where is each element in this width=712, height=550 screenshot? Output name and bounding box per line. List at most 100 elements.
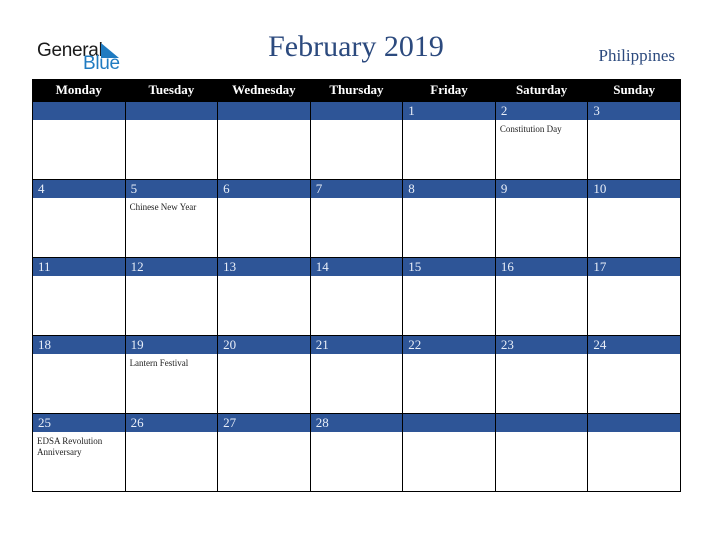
holiday-label [588, 198, 680, 202]
holiday-label [218, 120, 310, 124]
holiday-label [33, 354, 125, 358]
day-cell[interactable]: 10 [587, 179, 681, 258]
day-number: 8 [403, 180, 495, 198]
day-cell[interactable]: 17 [587, 257, 681, 336]
day-number: 18 [33, 336, 125, 354]
day-cell[interactable]: 18 [32, 335, 126, 414]
day-number: 6 [218, 180, 310, 198]
weekday-header: Saturday [494, 79, 589, 102]
day-cell[interactable] [124, 101, 219, 180]
holiday-label [311, 432, 403, 436]
day-cell[interactable] [32, 101, 126, 180]
day-cell[interactable]: 12 [124, 257, 219, 336]
day-cell[interactable]: 28 [309, 413, 404, 492]
day-cell[interactable]: 25 EDSA Revolution Anniversary [32, 413, 126, 492]
day-number [218, 102, 310, 120]
holiday-label [403, 432, 495, 436]
holiday-label [311, 198, 403, 202]
day-cell[interactable]: 6 [217, 179, 311, 258]
holiday-label [403, 354, 495, 358]
weekday-header: Tuesday [124, 79, 219, 102]
holiday-label [403, 276, 495, 280]
day-number: 19 [125, 336, 218, 354]
holiday-label [218, 432, 310, 436]
day-number: 21 [310, 336, 403, 354]
day-cell[interactable] [309, 101, 404, 180]
day-cell[interactable]: 11 [32, 257, 126, 336]
day-number: 9 [495, 180, 588, 198]
day-cell[interactable]: 24 [587, 335, 681, 414]
day-cell[interactable]: 1 [402, 101, 496, 180]
day-cell[interactable]: 4 [32, 179, 126, 258]
day-cell[interactable]: 3 [587, 101, 681, 180]
day-number [310, 102, 403, 120]
day-number: 16 [495, 258, 588, 276]
weekday-header: Monday [32, 79, 126, 102]
day-cell[interactable] [402, 413, 496, 492]
day-cell[interactable]: 8 [402, 179, 496, 258]
day-number [403, 414, 495, 432]
day-cell[interactable]: 5 Chinese New Year [124, 179, 219, 258]
day-cell[interactable]: 9 [494, 179, 589, 258]
day-number: 2 [495, 102, 588, 120]
holiday-label [403, 198, 495, 202]
country-label: Philippines [598, 46, 675, 65]
day-number: 22 [403, 336, 495, 354]
day-cell[interactable]: 13 [217, 257, 311, 336]
holiday-label [588, 432, 680, 436]
weekday-header: Friday [402, 79, 496, 102]
day-number: 26 [125, 414, 218, 432]
holiday-label [33, 198, 125, 202]
day-cell[interactable]: 23 [494, 335, 589, 414]
day-number: 23 [495, 336, 588, 354]
day-cell[interactable] [494, 413, 589, 492]
holiday-label [218, 276, 310, 280]
holiday-label [496, 276, 588, 280]
day-cell[interactable]: 14 [309, 257, 404, 336]
holiday-label [588, 276, 680, 280]
holiday-label [33, 276, 125, 280]
day-number: 3 [588, 102, 680, 120]
day-cell[interactable]: 27 [217, 413, 311, 492]
day-cell[interactable]: 7 [309, 179, 404, 258]
week-row: 11 12 13 14 15 16 17 [32, 257, 681, 336]
holiday-label: Constitution Day [499, 124, 562, 134]
day-number [33, 102, 125, 120]
week-row: 25 EDSA Revolution Anniversary 26 27 28 [32, 413, 681, 492]
holiday-label [588, 120, 680, 124]
holiday-label: EDSA Revolution Anniversary [37, 436, 103, 457]
day-number: 13 [218, 258, 310, 276]
day-number: 5 [125, 180, 218, 198]
day-cell[interactable] [587, 413, 681, 492]
day-cell[interactable] [217, 101, 311, 180]
day-cell[interactable]: 15 [402, 257, 496, 336]
day-cell[interactable]: 20 [217, 335, 311, 414]
day-cell[interactable]: 16 [494, 257, 589, 336]
weekday-header: Wednesday [217, 79, 311, 102]
day-number: 12 [125, 258, 218, 276]
calendar-grid: Monday Tuesday Wednesday Thursday Friday… [32, 79, 681, 492]
week-row: 18 19 Lantern Festival 20 21 22 23 24 [32, 335, 681, 414]
day-cell[interactable]: 22 [402, 335, 496, 414]
day-number: 28 [310, 414, 403, 432]
holiday-label [311, 276, 403, 280]
day-number [125, 102, 218, 120]
holiday-label [496, 432, 588, 436]
day-number [495, 414, 588, 432]
day-number: 10 [588, 180, 680, 198]
day-cell[interactable]: 2 Constitution Day [494, 101, 589, 180]
holiday-label [126, 120, 218, 124]
day-cell[interactable]: 26 [124, 413, 219, 492]
day-number: 17 [588, 258, 680, 276]
day-cell[interactable]: 19 Lantern Festival [124, 335, 219, 414]
day-number: 24 [588, 336, 680, 354]
day-number: 4 [33, 180, 125, 198]
holiday-label [218, 354, 310, 358]
holiday-label [588, 354, 680, 358]
day-number: 25 [33, 414, 125, 432]
day-number: 11 [33, 258, 125, 276]
day-number: 1 [403, 102, 495, 120]
day-number: 20 [218, 336, 310, 354]
holiday-label: Lantern Festival [129, 358, 189, 368]
day-cell[interactable]: 21 [309, 335, 404, 414]
